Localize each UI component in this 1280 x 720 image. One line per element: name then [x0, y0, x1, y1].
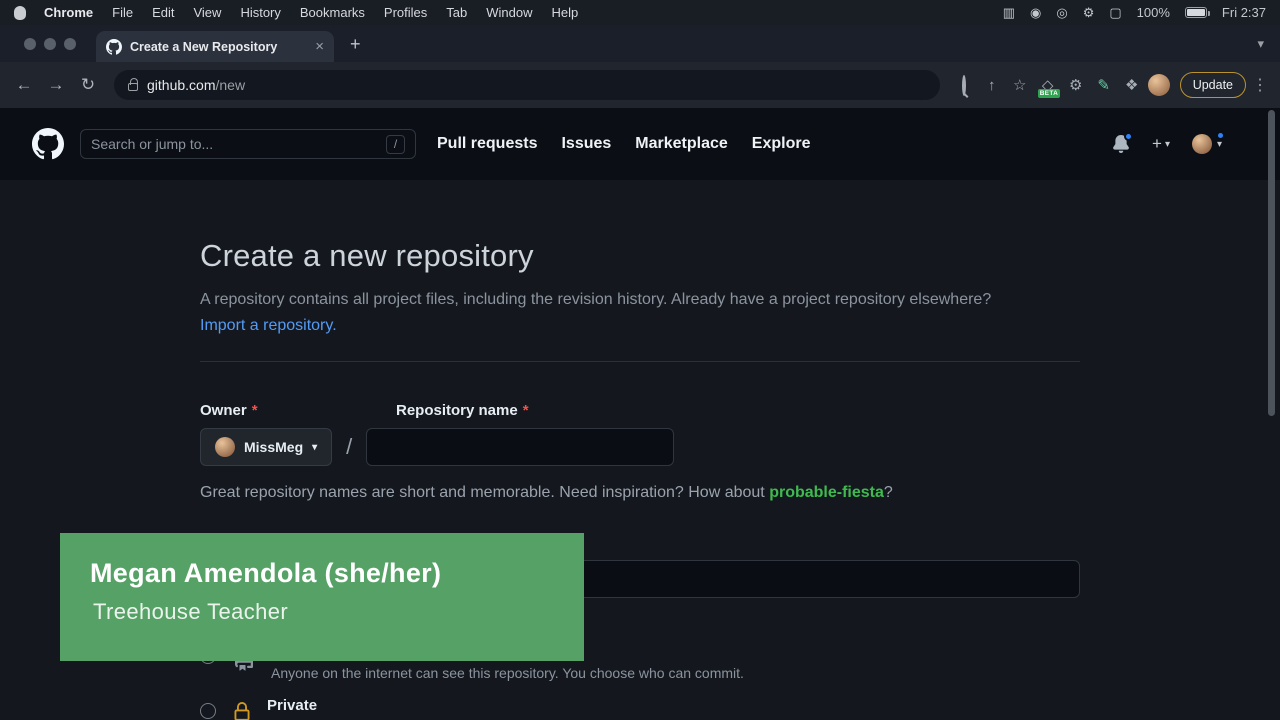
menubar-item-help[interactable]: Help: [552, 5, 579, 20]
unread-notification-dot: [1124, 132, 1133, 141]
user-avatar-menu[interactable]: ▾: [1192, 134, 1222, 154]
intro-text: A repository contains all project files,…: [200, 287, 1024, 339]
lock-icon[interactable]: [128, 83, 138, 91]
private-option-row: Private: [200, 697, 1080, 720]
gear-extension-icon[interactable]: ⚙: [1064, 76, 1088, 94]
owner-repo-slash: /: [346, 434, 352, 460]
tab-close-icon[interactable]: ×: [315, 38, 324, 55]
nav-explore[interactable]: Explore: [752, 135, 811, 153]
display-icon[interactable]: ▢: [1109, 6, 1121, 19]
section-divider: [200, 361, 1080, 362]
menubar-item-tab[interactable]: Tab: [446, 5, 467, 20]
page-scrollbar-thumb[interactable]: [1268, 110, 1275, 416]
share-icon[interactable]: ↑: [980, 77, 1004, 94]
form-labels-row: Owner* Repository name*: [200, 402, 1080, 419]
github-logo-icon[interactable]: [32, 128, 64, 160]
private-radio[interactable]: [200, 703, 216, 719]
battery-icon[interactable]: [1185, 7, 1207, 18]
import-repository-link[interactable]: Import a repository.: [200, 317, 337, 334]
github-search-box[interactable]: /: [80, 129, 416, 159]
minimize-window-button[interactable]: [44, 38, 56, 50]
address-bar[interactable]: github.com/new: [114, 70, 940, 100]
browser-menu-kebab-icon[interactable]: ⋮: [1250, 75, 1270, 95]
new-tab-button[interactable]: +: [350, 34, 361, 55]
pencil-extension-icon[interactable]: ✎: [1092, 76, 1116, 94]
battery-percent-label: 100%: [1137, 5, 1170, 20]
screen: Chrome File Edit View History Bookmarks …: [0, 0, 1280, 720]
window-controls: [24, 38, 76, 50]
presenter-role: Treehouse Teacher: [93, 599, 584, 625]
repo-name-hint: Great repository names are short and mem…: [200, 484, 1080, 502]
zoom-icon[interactable]: [952, 77, 976, 94]
macos-menubar: Chrome File Edit View History Bookmarks …: [0, 0, 1280, 25]
nav-pull-requests[interactable]: Pull requests: [437, 135, 537, 153]
repository-name-label: Repository name*: [396, 402, 529, 419]
github-header: / Pull requests Issues Marketplace Explo…: [0, 108, 1280, 180]
screen-record-icon[interactable]: ◉: [1030, 6, 1041, 19]
bookmark-star-icon[interactable]: ☆: [1008, 76, 1032, 94]
back-button[interactable]: ←: [10, 75, 38, 95]
extensions-puzzle-icon[interactable]: ❖: [1120, 76, 1144, 94]
nav-issues[interactable]: Issues: [561, 135, 611, 153]
create-new-menu[interactable]: +▾: [1152, 134, 1170, 154]
stage-manager-icon[interactable]: ▥: [1003, 6, 1015, 19]
owner-select-button[interactable]: MissMeg ▾: [200, 428, 332, 466]
avatar-status-dot: [1216, 131, 1225, 140]
menubar-status-area: ▥ ◉ ◎ ⚙ ▢ 100% Fri 2:37: [1003, 5, 1266, 20]
owner-repo-row: MissMeg ▾ /: [200, 428, 1080, 466]
nav-marketplace[interactable]: Marketplace: [635, 135, 728, 153]
menubar-item-history[interactable]: History: [240, 5, 280, 20]
url-text[interactable]: github.com/new: [147, 77, 245, 93]
close-window-button[interactable]: [24, 38, 36, 50]
browser-profile-avatar[interactable]: [1148, 74, 1170, 96]
zoom-window-button[interactable]: [64, 38, 76, 50]
menubar-app-name[interactable]: Chrome: [44, 5, 93, 20]
presenter-overlay: Megan Amendola (she/her) Treehouse Teach…: [60, 533, 584, 661]
tab-title: Create a New Repository: [130, 40, 307, 54]
menubar-item-bookmarks[interactable]: Bookmarks: [300, 5, 365, 20]
browser-tabstrip: Create a New Repository × + ▾: [0, 25, 1280, 62]
presenter-name: Megan Amendola (she/her): [90, 558, 584, 589]
menubar-item-window[interactable]: Window: [486, 5, 532, 20]
public-description: Anyone on the internet can see this repo…: [271, 665, 744, 681]
browser-toolbar: ← → ↻ github.com/new ↑ ☆ ◇BETA ⚙ ✎ ❖ Upd…: [0, 62, 1280, 108]
notifications-bell-icon[interactable]: [1112, 135, 1130, 153]
browser-tab-active[interactable]: Create a New Repository ×: [96, 31, 334, 62]
user-avatar: [1192, 134, 1212, 154]
menubar-clock[interactable]: Fri 2:37: [1222, 5, 1266, 20]
github-search-input[interactable]: [91, 136, 386, 152]
slash-shortcut-hint: /: [386, 135, 405, 154]
required-asterisk: *: [252, 402, 258, 419]
reload-button[interactable]: ↻: [74, 75, 102, 95]
lock-private-icon: [232, 702, 252, 720]
menubar-item-view[interactable]: View: [193, 5, 221, 20]
github-favicon-icon: [106, 39, 122, 55]
github-header-actions: +▾ ▾: [1112, 134, 1248, 154]
settings-icon[interactable]: ⚙: [1083, 6, 1095, 19]
menubar-item-profiles[interactable]: Profiles: [384, 5, 427, 20]
page-title: Create a new repository: [200, 238, 1080, 274]
required-asterisk: *: [523, 402, 529, 419]
github-nav: Pull requests Issues Marketplace Explore: [437, 135, 810, 153]
menubar-item-edit[interactable]: Edit: [152, 5, 174, 20]
apple-icon[interactable]: [14, 6, 26, 20]
beta-extension-icon[interactable]: ◇BETA: [1036, 76, 1060, 94]
forward-button[interactable]: →: [42, 75, 70, 95]
repository-name-input[interactable]: [366, 428, 674, 466]
owner-avatar: [215, 437, 235, 457]
do-not-disturb-icon[interactable]: ◎: [1056, 6, 1067, 19]
owner-label: Owner*: [200, 402, 396, 419]
suggested-repo-name: probable-fiesta: [769, 484, 884, 501]
menubar-item-file[interactable]: File: [112, 5, 133, 20]
tab-search-chevron-icon[interactable]: ▾: [1257, 36, 1264, 52]
private-label: Private: [267, 697, 317, 714]
update-button[interactable]: Update: [1180, 72, 1246, 98]
